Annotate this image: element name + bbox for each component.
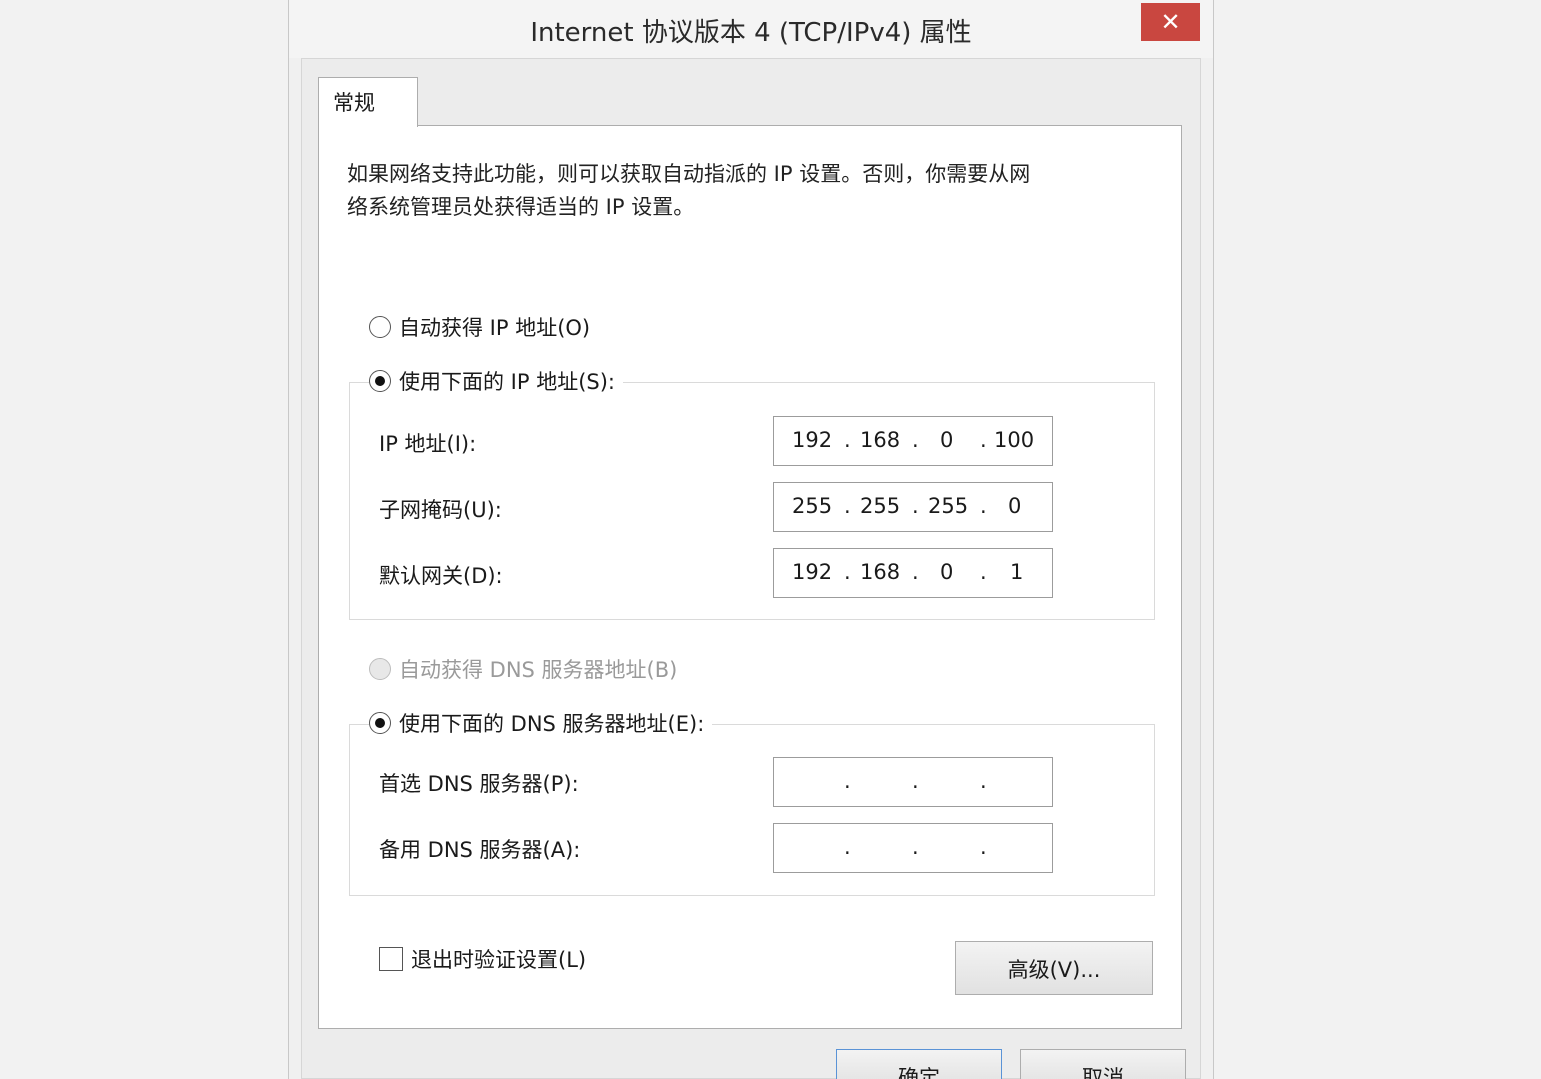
manual-ip-label: 使用下面的 IP 地址(S): [399,370,615,394]
ip-octet-1: 192 [792,428,833,452]
alternate-dns-input[interactable]: . . . [773,823,1053,873]
preferred-dns-input[interactable]: . . . [773,757,1053,807]
validate-settings-option[interactable]: 退出时验证设置(L) [379,944,586,974]
mask-octet-2: 255 [860,494,901,518]
preferred-dns-label: 首选 DNS 服务器(P): [379,772,579,796]
auto-ip-radio[interactable] [369,316,391,338]
description-line-1: 如果网络支持此功能，则可以获取自动指派的 IP 设置。否则，你需要从网 [347,162,1031,186]
dialog-client-area: 常规 如果网络支持此功能，则可以获取自动指派的 IP 设置。否则，你需要从网 络… [301,58,1201,1079]
tcp-ipv4-properties-dialog: Internet 协议版本 4 (TCP/IPv4) 属性 ✕ 常规 如果网络支… [288,0,1214,1079]
subnet-mask-input[interactable]: 255 . 255 . 255 . 0 [773,482,1053,532]
validate-settings-checkbox[interactable] [379,947,403,971]
window-title: Internet 协议版本 4 (TCP/IPv4) 属性 [530,18,972,48]
advanced-button[interactable]: 高级(V)... [955,941,1153,995]
validate-settings-label: 退出时验证设置(L) [411,948,587,972]
auto-dns-radio [369,658,391,680]
gw-octet-3: 0 [940,560,954,584]
gw-octet-1: 192 [792,560,833,584]
ok-button[interactable]: 确定 [836,1049,1002,1079]
alternate-dns-label: 备用 DNS 服务器(A): [379,838,581,862]
ip-address-label: IP 地址(I): [379,432,477,456]
default-gateway-input[interactable]: 192 . 168 . 0 . 1 [773,548,1053,598]
gw-octet-2: 168 [860,560,901,584]
close-button[interactable]: ✕ [1141,3,1200,41]
mask-octet-3: 255 [928,494,969,518]
manual-ip-radio[interactable] [369,370,391,392]
gw-octet-4: 1 [1010,560,1024,584]
ip-octet-4: 100 [994,428,1035,452]
mask-octet-4: 0 [1008,494,1022,518]
auto-dns-option: 自动获得 DNS 服务器地址(B) [369,654,686,684]
close-icon: ✕ [1160,8,1181,36]
ip-octet-3: 0 [940,428,954,452]
general-tab-panel: 如果网络支持此功能，则可以获取自动指派的 IP 设置。否则，你需要从网 络系统管… [318,125,1182,1029]
description-text: 如果网络支持此功能，则可以获取自动指派的 IP 设置。否则，你需要从网 络系统管… [347,158,1127,224]
tab-general[interactable]: 常规 [318,77,418,127]
cancel-button[interactable]: 取消 [1020,1049,1186,1079]
description-line-2: 络系统管理员处获得适当的 IP 设置。 [347,195,695,219]
ip-octet-2: 168 [860,428,901,452]
default-gateway-label: 默认网关(D): [379,564,503,588]
manual-dns-label: 使用下面的 DNS 服务器地址(E): [399,712,705,736]
manual-ip-option[interactable]: 使用下面的 IP 地址(S): [369,366,623,396]
ip-address-input[interactable]: 192 . 168 . 0 . 100 [773,416,1053,466]
auto-ip-option[interactable]: 自动获得 IP 地址(O) [369,312,599,342]
title-bar[interactable]: Internet 协议版本 4 (TCP/IPv4) 属性 ✕ [289,0,1213,58]
manual-dns-option[interactable]: 使用下面的 DNS 服务器地址(E): [369,708,713,738]
auto-dns-label: 自动获得 DNS 服务器地址(B) [399,658,678,682]
manual-dns-radio[interactable] [369,712,391,734]
auto-ip-label: 自动获得 IP 地址(O) [399,316,591,340]
mask-octet-1: 255 [792,494,833,518]
subnet-mask-label: 子网掩码(U): [379,498,502,522]
